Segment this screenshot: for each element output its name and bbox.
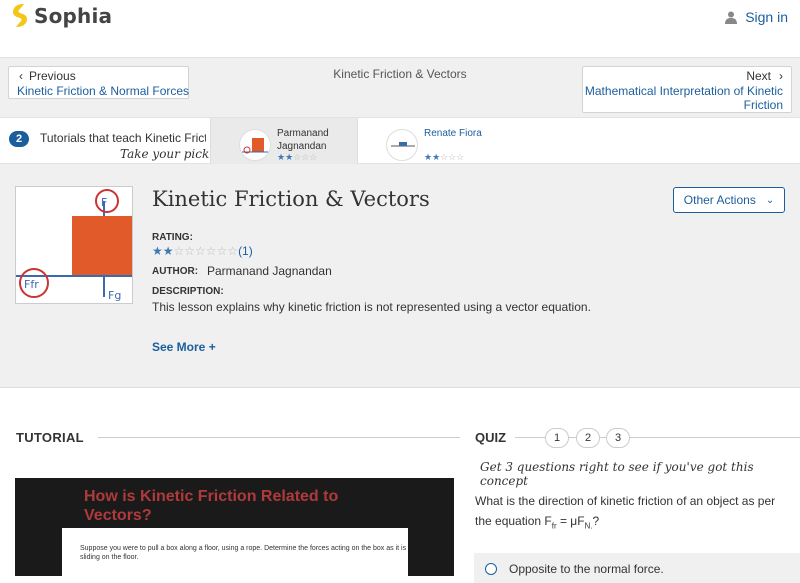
stars-empty: ☆☆☆ [293,152,318,162]
author-label: AUTHOR: [152,266,199,277]
chevron-down-icon: ⌄ [765,194,775,206]
rating-label: RATING: [152,232,193,243]
quiz-question-text: What is the direction of kinetic frictio… [475,491,785,536]
tutorial-rating-stars: ★★☆☆☆ [424,152,464,163]
question-pre: What is the direction of kinetic frictio… [475,494,776,528]
svg-text:Fg: Fg [108,289,121,302]
take-your-pick-label: Take your pick: [120,147,214,161]
next-label-row: Next › [746,69,783,83]
quiz-answer-option[interactable]: Opposite to the normal force. [474,553,800,583]
question-post: ? [592,514,600,528]
stars-filled: ★★ [277,152,294,162]
top-header: Sophia Sign in [0,0,800,36]
tutorial-thumbnail [239,129,271,161]
tutorial-count-badge: 2 [9,131,29,147]
tutorial-author-name: Parmanand Jagnandan [277,127,329,153]
sophia-logo-icon [13,4,27,27]
tutorial-section-header: TUTORIAL [16,430,84,445]
tutorials-strip-text: Tutorials that teach Kinetic Frict [40,131,206,145]
quiz-question-1[interactable]: 1 [545,428,569,448]
next-lesson-button[interactable]: Next › Mathematical Interpretation of Kin… [582,66,792,113]
rating-count[interactable]: (1) [238,244,253,258]
video-title: How is Kinetic Friction Related to Vecto… [84,488,339,524]
quiz-section-header: QUIZ [475,430,507,445]
previous-lesson-link[interactable]: Kinetic Friction & Normal Forces [17,84,189,98]
chevron-right-icon: › [779,69,783,83]
answer-radio[interactable] [485,563,497,575]
video-slide: Suppose you were to pull a box along a f… [62,528,408,576]
tutorial-author-name: Renate Fiora [424,127,482,140]
brand-name: Sophia [34,4,113,28]
next-label: Next [746,69,771,83]
stars-empty: ☆☆☆☆☆☆ [173,244,239,258]
lesson-navigation: ‹ Previous Kinetic Friction & Normal Forc… [0,57,800,117]
tutorial-author-line1: Parmanand [277,128,329,139]
other-actions-label: Other Actions [683,193,756,207]
sign-in-link[interactable]: Sign in [725,9,788,25]
question-sub-n: N. [584,521,593,531]
tutorial-rating-stars: ★★☆☆☆ [277,152,317,163]
tutorial-author-line1[interactable]: Renate Fiora [424,127,482,140]
divider [98,437,460,438]
sign-in-label: Sign in [745,9,788,25]
lesson-title: Kinetic Friction & Vectors [152,187,430,211]
author-name: Parmanand Jagnandan [207,264,332,278]
quiz-tagline: Get 3 questions right to see if you've g… [480,460,754,488]
stars-filled: ★★ [424,152,441,162]
lesson-thumbnail: F Ffr Fg [15,186,133,304]
quiz-question-2[interactable]: 2 [576,428,600,448]
tutorial-card-jagnandan[interactable]: Parmanand Jagnandan ★★☆☆☆ [210,118,358,164]
description-label: DESCRIPTION: [152,286,224,297]
see-more-link[interactable]: See More + [152,340,216,354]
stars-empty: ☆☆☆ [440,152,465,162]
lesson-rating-stars[interactable]: ★★☆☆☆☆☆☆(1) [152,244,253,258]
user-icon [725,11,738,24]
lesson-info-panel: F Ffr Fg Kinetic Friction & Vectors Othe… [0,164,800,388]
next-lesson-link[interactable]: Mathematical Interpretation of Kinetic F… [583,84,783,112]
other-actions-button[interactable]: Other Actions ⌄ [673,187,785,213]
lesson-description: This lesson explains why kinetic frictio… [152,300,591,314]
svg-text:F: F [101,196,107,209]
quiz-question-3[interactable]: 3 [606,428,630,448]
sophia-logo[interactable]: Sophia [10,3,112,29]
tutorials-strip: 2 Tutorials that teach Kinetic Frict Tak… [0,117,800,164]
question-mid: = μF [556,514,585,528]
tutorial-card-fiora[interactable]: Renate Fiora ★★☆☆☆ [358,118,498,164]
svg-text:Ffr: Ffr [24,278,39,291]
tutorial-thumbnail [386,129,418,161]
answer-text: Opposite to the normal force. [509,562,664,576]
video-slide-text: Suppose you were to pull a box along a f… [80,545,407,561]
tutorial-video-player[interactable]: How is Kinetic Friction Related to Vecto… [15,478,454,576]
stars-filled: ★★ [152,244,174,258]
